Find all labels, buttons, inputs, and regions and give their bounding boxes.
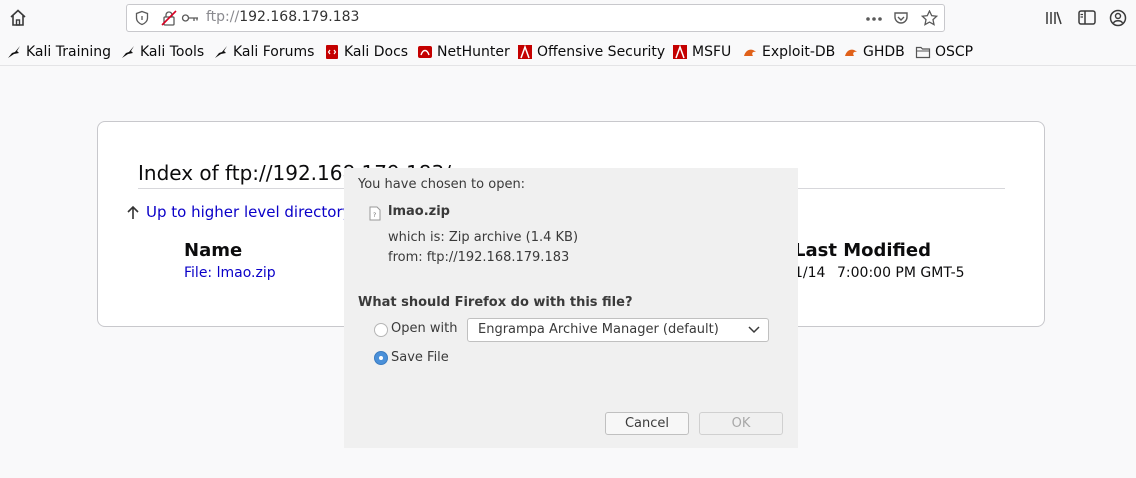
bookmark-label: GHDB (863, 44, 905, 60)
file-date: 1/14 (794, 265, 826, 281)
url-bar[interactable]: ftp://192.168.179.183 (126, 4, 945, 32)
up-arrow-icon (127, 205, 139, 219)
pocket-icon[interactable] (893, 10, 909, 26)
bookmark-label: Kali Forums (233, 44, 315, 60)
folder-icon (915, 46, 931, 59)
bookmark-nethunter[interactable]: NetHunter (417, 43, 510, 61)
kali-docs-icon (326, 45, 338, 59)
name-column-header[interactable]: Name (184, 240, 242, 261)
chevron-down-icon (748, 326, 760, 334)
bookmark-exploit-db[interactable]: Exploit-DB (742, 43, 835, 61)
bookmark-label: Kali Training (26, 44, 111, 60)
bookmark-msfu[interactable]: MSFU (672, 43, 731, 61)
offsec-icon (518, 44, 532, 59)
bookmark-oscp[interactable]: OSCP (915, 43, 973, 61)
nethunter-icon (418, 46, 432, 58)
exploitdb-icon (744, 49, 756, 56)
bookmark-label: MSFU (692, 44, 732, 60)
bookmark-ghdb[interactable]: GHDB (843, 43, 905, 61)
modified-column-header[interactable]: Last Modified (794, 240, 931, 261)
kali-dragon-icon (8, 46, 20, 58)
offsec-icon (673, 44, 687, 59)
bookmark-kali-tools[interactable]: Kali Tools (120, 43, 204, 61)
kali-dragon-icon (215, 46, 227, 58)
dialog-question: What should Firefox do with this file? (358, 295, 633, 310)
open-with-label[interactable]: Open with (391, 321, 457, 336)
bookmark-kali-docs[interactable]: Kali Docs (324, 43, 408, 61)
url-text[interactable]: ftp://192.168.179.183 (206, 9, 359, 25)
selected-app: Engrampa Archive Manager (default) (478, 322, 719, 337)
up-directory-link[interactable]: Up to higher level directory (127, 203, 352, 221)
bookmark-label: OSCP (935, 44, 974, 60)
library-icon[interactable] (1044, 6, 1064, 30)
bookmark-kali-forums[interactable]: Kali Forums (213, 43, 314, 61)
bookmark-label: Exploit-DB (762, 44, 836, 60)
dialog-file-source: from: ftp://192.168.179.183 (388, 250, 570, 265)
bookmark-label: Offensive Security (537, 44, 666, 60)
account-icon[interactable] (1108, 6, 1128, 30)
open-with-radio[interactable] (374, 323, 388, 337)
page-actions-icon[interactable] (865, 11, 883, 27)
exploitdb-icon (845, 49, 857, 56)
bookmark-label: NetHunter (437, 44, 510, 60)
kali-dragon-icon (122, 46, 134, 58)
dialog-heading: You have chosen to open: (358, 177, 526, 192)
bookmarks-toolbar: Kali Training Kali Tools Kali Forums Kal… (0, 38, 1136, 66)
bookmark-label: Kali Tools (140, 44, 205, 60)
file-link[interactable]: File: lmao.zip (184, 265, 276, 281)
download-dialog: You have chosen to open: ? lmao.zip whic… (344, 168, 798, 448)
open-with-app-select[interactable]: Engrampa Archive Manager (default) (467, 318, 769, 342)
bookmark-label: Kali Docs (344, 44, 409, 60)
key-icon[interactable] (181, 10, 199, 26)
dialog-file-type: which is: Zip archive (1.4 KB) (388, 230, 579, 245)
up-link-label: Up to higher level directory (146, 203, 352, 221)
bookmark-offensive-security[interactable]: Offensive Security (517, 43, 665, 61)
svg-text:?: ? (373, 212, 376, 219)
insecure-lock-icon[interactable] (161, 10, 177, 26)
bookmark-kali-training[interactable]: Kali Training (6, 43, 111, 61)
sidebar-icon[interactable] (1077, 6, 1097, 30)
cancel-button[interactable]: Cancel (605, 412, 689, 435)
dialog-filename: lmao.zip (388, 204, 450, 219)
bookmark-star-icon[interactable] (921, 10, 938, 26)
save-file-radio[interactable] (374, 351, 388, 365)
file-icon: ? (369, 206, 381, 221)
file-time: 7:00:00 PM GMT-5 (837, 265, 965, 281)
info-icon[interactable] (135, 10, 149, 26)
home-icon[interactable] (6, 6, 30, 30)
save-file-label[interactable]: Save File (391, 350, 449, 365)
navigation-toolbar: ftp://192.168.179.183 (0, 0, 1136, 38)
ok-button[interactable]: OK (699, 412, 783, 435)
